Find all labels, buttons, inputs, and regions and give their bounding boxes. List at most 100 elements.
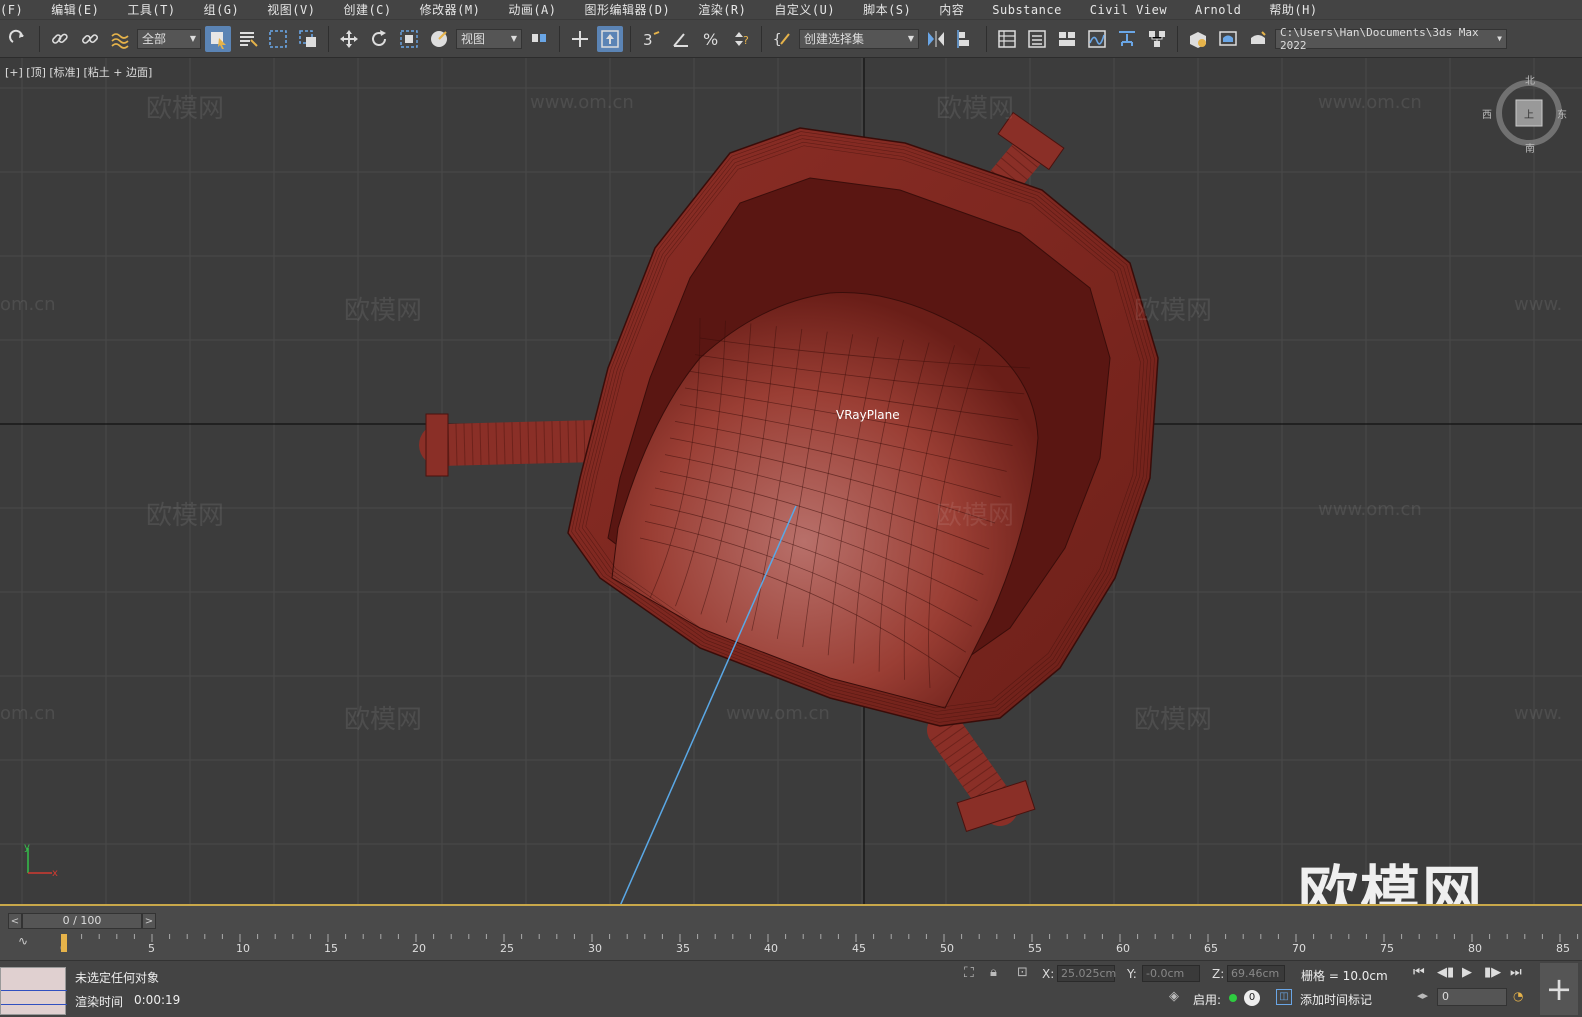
go-to-start-icon[interactable]: ⏮ [1413, 965, 1425, 980]
menu-item[interactable]: 组(G) [190, 1, 254, 18]
menu-item[interactable]: 编辑(E) [37, 1, 113, 18]
mirror-icon[interactable] [923, 26, 949, 52]
svg-text:{: { [773, 32, 781, 48]
select-by-name-icon[interactable] [235, 26, 261, 52]
percent-snap-icon[interactable]: % [698, 26, 724, 52]
render-setup-icon[interactable] [1185, 26, 1211, 52]
layer-explorer-icon[interactable] [1024, 26, 1050, 52]
toggle-ribbon-icon[interactable] [1054, 26, 1080, 52]
edit-named-selection-icon[interactable]: { [769, 26, 795, 52]
menu-item[interactable]: (F) [0, 3, 37, 17]
next-frame-icon[interactable]: ▮▶ [1484, 965, 1501, 980]
key-mode-icon[interactable]: ◂▸ [1417, 989, 1428, 1002]
time-config-icon[interactable]: ◔ [1513, 989, 1523, 1003]
create-panel-button[interactable]: + [1540, 963, 1578, 1015]
time-slider-marker [61, 934, 67, 952]
ruler-tick-label: 85 [1556, 942, 1570, 955]
isolate-selection-icon[interactable]: ⛶ [964, 965, 974, 981]
render-time-value: 0:00:19 [134, 993, 181, 1007]
select-manipulate-icon[interactable] [567, 26, 593, 52]
material-editor-icon[interactable] [1144, 26, 1170, 52]
menu-item[interactable]: 视图(V) [253, 1, 329, 18]
align-icon[interactable] [953, 26, 979, 52]
status-message: 未选定任何对象 [75, 971, 160, 985]
curve-editor-icon[interactable] [1084, 26, 1110, 52]
viewcube[interactable]: 北 东 南 西 上 [1482, 76, 1567, 155]
menu-item[interactable]: 渲染(R) [684, 1, 760, 18]
viewcube-top-face[interactable]: 上 [1524, 106, 1534, 121]
menu-item[interactable]: 创建(C) [329, 1, 405, 18]
menu-bar: (F) 编辑(E) 工具(T) 组(G) 视图(V) 创建(C) 修改器(M) 动画(A) 图形… [0, 0, 1582, 20]
ruler-tick-label: 75 [1380, 942, 1394, 955]
menu-item[interactable]: Civil View [1076, 3, 1181, 17]
menu-item[interactable]: 脚本(S) [849, 1, 925, 18]
pivot-center-icon[interactable] [526, 26, 552, 52]
time-slider[interactable]: < 0 / 100 > [8, 912, 164, 930]
play-icon[interactable]: ▶ [1462, 965, 1472, 980]
render-production-icon[interactable] [1245, 26, 1271, 52]
time-slider-next-icon[interactable]: > [142, 913, 156, 929]
bind-space-warp-icon[interactable] [107, 26, 133, 52]
maxscript-mini-listener[interactable] [0, 967, 67, 1015]
keyboard-shortcut-override-icon[interactable] [597, 25, 623, 52]
menu-item[interactable]: 帮助(H) [1255, 1, 1331, 18]
main-toolbar: 全部 ▼ 视图 ▼ 3 % ? { 创建选择集 ▼ C:\Users\Han\Docu… [0, 20, 1582, 58]
viewcube-north[interactable]: 北 [1525, 72, 1535, 87]
ruler-tick-label: 10 [236, 942, 250, 955]
z-coord-field[interactable]: 69.46cm [1227, 965, 1285, 982]
absolute-mode-icon[interactable]: ⊡ [1017, 965, 1028, 980]
menu-item[interactable]: Substance [978, 3, 1076, 17]
menu-item[interactable]: 内容 [925, 1, 978, 18]
time-tag-icon[interactable]: ◫ [1276, 989, 1292, 1005]
selection-lock-icon[interactable]: 🔒︎ [990, 965, 997, 980]
move-icon[interactable] [336, 26, 362, 52]
menu-item[interactable]: 动画(A) [494, 1, 570, 18]
render-time-label: 渲染时间 [75, 995, 124, 1009]
link-icon[interactable] [47, 26, 73, 52]
schematic-view-icon[interactable] [1114, 26, 1140, 52]
viewcube-south[interactable]: 南 [1525, 140, 1535, 155]
snaps-toggle-icon[interactable]: 3 [638, 26, 664, 52]
menu-item[interactable]: 自定义(U) [760, 1, 849, 18]
rotate-icon[interactable] [366, 26, 392, 52]
place-icon[interactable] [426, 26, 452, 52]
scene-explorer-icon[interactable] [994, 26, 1020, 52]
viewcube-west[interactable]: 西 [1482, 106, 1492, 121]
viewport-label[interactable]: [+] [顶] [标准] [粘土 + 边面] [5, 64, 152, 80]
menu-item[interactable]: 图形编辑器(D) [571, 1, 685, 18]
ruler-tick-label: 20 [412, 942, 426, 955]
menu-item[interactable]: Arnold [1181, 3, 1255, 17]
window-crossing-icon[interactable] [295, 26, 321, 52]
select-object-icon[interactable] [205, 25, 231, 52]
redo-icon[interactable] [6, 26, 32, 52]
scale-icon[interactable] [396, 26, 422, 52]
top-viewport[interactable]: yx [+] [顶] [标准] [粘土 + 边面] 欧模网 www.om.cn … [0, 58, 1582, 906]
project-path-dropdown[interactable]: C:\Users\Han\Documents\3ds Max 2022 ▼ [1275, 26, 1507, 52]
y-coord-field[interactable]: -0.0cm [1142, 965, 1200, 982]
ruler-tick-label: 80 [1468, 942, 1482, 955]
menu-item[interactable]: 修改器(M) [406, 1, 495, 18]
adaptive-degradation-icon[interactable]: ◈ [1169, 989, 1179, 1004]
angle-snap-icon[interactable] [668, 26, 694, 52]
rendered-frame-window-icon[interactable] [1215, 26, 1241, 52]
ruler-tick-label: 65 [1204, 942, 1218, 955]
previous-frame-icon[interactable]: ◀▮ [1437, 965, 1454, 980]
frame-ruler[interactable]: 0510152025303540455055606570758085 [50, 934, 1582, 960]
spinner-snap-icon[interactable]: ? [728, 26, 754, 52]
selection-filter-dropdown[interactable]: 全部 ▼ [137, 28, 201, 49]
time-slider-prev-icon[interactable]: < [8, 913, 22, 929]
mini-curve-editor-icon[interactable]: ∿ [18, 934, 28, 948]
enable-count-badge[interactable]: 0 [1244, 990, 1260, 1006]
rectangular-selection-icon[interactable] [265, 26, 291, 52]
viewcube-east[interactable]: 东 [1557, 106, 1567, 121]
reference-coord-dropdown[interactable]: 视图 ▼ [456, 28, 522, 49]
add-time-tag[interactable]: 添加时间标记 [1300, 991, 1372, 1008]
x-coord-field[interactable]: 25.025cm [1057, 965, 1116, 982]
z-coord-label: Z: [1212, 967, 1225, 981]
named-selection-dropdown[interactable]: 创建选择集 ▼ [799, 28, 919, 49]
go-to-end-icon[interactable]: ⏭ [1510, 965, 1522, 980]
unlink-icon[interactable] [77, 26, 103, 52]
time-slider-readout[interactable]: 0 / 100 [22, 913, 142, 929]
current-frame-field[interactable]: 0 [1437, 988, 1507, 1006]
menu-item[interactable]: 工具(T) [113, 1, 189, 18]
